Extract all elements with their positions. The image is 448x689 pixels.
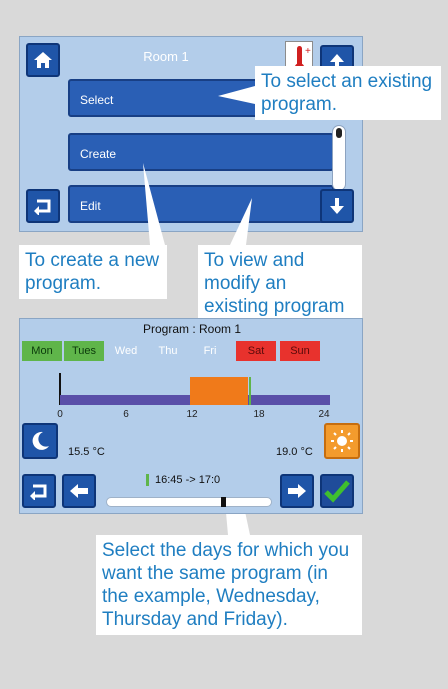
arrow-left-button[interactable] bbox=[62, 474, 96, 508]
sun-icon bbox=[331, 430, 353, 452]
back-arrow-icon bbox=[30, 484, 47, 500]
program-title: Program : Room 1 bbox=[142, 322, 242, 336]
day-sat[interactable]: Sat bbox=[236, 341, 276, 361]
edit-callout: To view and modify an existing program bbox=[198, 245, 362, 322]
arrow-right-button[interactable] bbox=[280, 474, 314, 508]
time-slider[interactable] bbox=[106, 497, 272, 507]
time-range-text: 16:45 -> 17:0 bbox=[155, 474, 221, 486]
comfort-period bbox=[190, 377, 248, 405]
day-sun[interactable]: Sun bbox=[280, 341, 320, 361]
day-mon[interactable]: Mon bbox=[22, 341, 62, 361]
day-tues[interactable]: Tues bbox=[64, 341, 104, 361]
time-slider-thumb[interactable] bbox=[221, 497, 226, 507]
days-callout: Select the days for which you want the s… bbox=[96, 535, 362, 635]
day-fri[interactable]: Fri bbox=[190, 341, 230, 361]
comfort-temp-button[interactable] bbox=[324, 423, 360, 459]
tick-label: 0 bbox=[57, 409, 63, 420]
schedule-timeline[interactable]: 0 6 12 18 24 bbox=[56, 369, 332, 421]
confirm-button[interactable] bbox=[320, 474, 354, 508]
day-wed[interactable]: Wed bbox=[106, 341, 146, 361]
eco-temp-button[interactable] bbox=[22, 423, 58, 459]
tick-label: 24 bbox=[318, 409, 330, 420]
tick-label: 12 bbox=[186, 409, 198, 420]
comfort-temperature: 19.0 °C bbox=[276, 446, 313, 458]
tick-label: 18 bbox=[253, 409, 265, 420]
moon-icon bbox=[32, 431, 49, 450]
arrow-right-icon bbox=[288, 484, 306, 498]
time-range: 16:45 -> 17:0 bbox=[146, 474, 234, 487]
back-button[interactable] bbox=[22, 474, 56, 508]
time-marker bbox=[146, 474, 149, 487]
arrow-left-icon bbox=[70, 484, 88, 498]
tick-label: 6 bbox=[123, 409, 129, 420]
create-callout: To create a new program. bbox=[19, 245, 167, 299]
program-schedule-screen: Program : Room 1 Mon Tues Wed Thu Fri Sa… bbox=[19, 318, 363, 514]
checkmark-icon bbox=[324, 480, 350, 503]
eco-temperature: 15.5 °C bbox=[68, 446, 105, 458]
select-callout: To select an existing program. bbox=[255, 66, 441, 120]
day-thu[interactable]: Thu bbox=[148, 341, 188, 361]
